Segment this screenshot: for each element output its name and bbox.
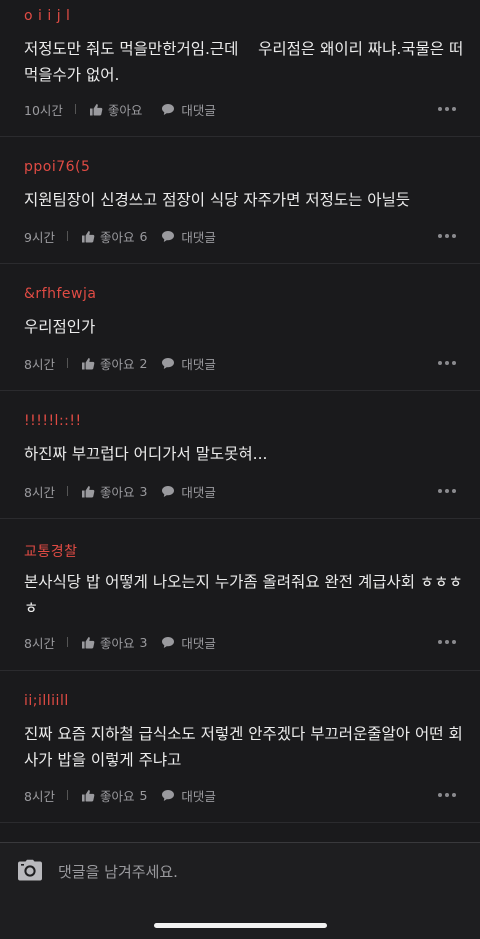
comment-author[interactable]: !!!!!l::!! <box>24 413 82 429</box>
like-label: 좋아요 <box>99 788 135 804</box>
comment-time: 8시간 <box>24 635 55 651</box>
meta-divider <box>74 104 76 114</box>
camera-button[interactable] <box>17 859 43 885</box>
meta-divider <box>66 637 68 647</box>
comment-list: o i i j l 저정도만 줘도 먹을만한거임.근데 우리점은 왜이리 짜냐.… <box>0 0 480 823</box>
comment-item: ppoi76(5 지원팀장이 신경쓰고 점장이 식당 자주가면 저정도는 아닐듯… <box>0 137 480 264</box>
comment-text: 저정도만 줘도 먹을만한거임.근데 우리점은 왜이리 짜냐.국물은 떠먹을수가 … <box>24 40 464 84</box>
more-dots-icon <box>435 793 456 797</box>
reply-button[interactable]: 대댓글 <box>161 786 216 805</box>
like-button[interactable]: 좋아요 3 <box>81 482 147 501</box>
reply-button[interactable]: 대댓글 <box>161 482 216 501</box>
comment-author[interactable]: ii;illiill <box>24 693 69 709</box>
comment-time: 9시간 <box>24 229 55 245</box>
reply-label: 대댓글 <box>181 635 216 651</box>
comment-input[interactable] <box>56 858 440 886</box>
like-count: 6 <box>139 228 148 244</box>
speech-bubble-icon <box>162 357 175 369</box>
comment-author[interactable]: o i i j l <box>24 8 70 24</box>
more-options-button[interactable] <box>435 99 456 119</box>
thumbs-up-icon <box>89 103 103 115</box>
like-label: 좋아요 <box>99 484 135 500</box>
comment-text: 진짜 요즘 지하철 급식소도 저렇겐 안주겠다 부끄러운줄알아 어떤 회사가 밥… <box>24 725 463 769</box>
reply-button[interactable]: 대댓글 <box>161 633 216 652</box>
more-options-button[interactable] <box>435 353 456 373</box>
speech-bubble-icon <box>162 636 175 648</box>
thumbs-up-icon <box>81 230 95 242</box>
like-count: 5 <box>139 787 148 803</box>
like-button[interactable]: 좋아요 6 <box>81 227 147 246</box>
reply-composer <box>0 842 480 939</box>
comment-text: 지원팀장이 신경쓰고 점장이 식당 자주가면 저정도는 아닐듯 <box>24 191 411 209</box>
reply-button[interactable]: 대댓글 <box>161 100 216 119</box>
comment-text: 본사식당 밥 어떻게 나오는지 누가좀 올려줘요 완전 계급사회 ㅎㅎㅎㅎ <box>24 573 463 617</box>
speech-bubble-icon <box>162 789 175 801</box>
speech-bubble-icon <box>162 485 175 497</box>
comment-time: 10시간 <box>24 102 63 118</box>
comment-author[interactable]: &rfhfewja <box>24 286 96 302</box>
comment-meta: 9시간 좋아요 6 대댓글 <box>24 226 456 246</box>
comment-item: 교통경찰 본사식당 밥 어떻게 나오는지 누가좀 올려줘요 완전 계급사회 ㅎㅎ… <box>0 519 480 671</box>
thumbs-up-icon <box>81 789 95 801</box>
comment-item: &rfhfewja 우리점인가 8시간 좋아요 2 대댓글 <box>0 264 480 391</box>
reply-button[interactable]: 대댓글 <box>161 227 216 246</box>
reply-label: 대댓글 <box>181 484 216 500</box>
like-count: 3 <box>139 634 148 650</box>
reply-label: 대댓글 <box>181 356 216 372</box>
reply-label: 대댓글 <box>181 102 216 118</box>
comment-meta: 8시간 좋아요 5 대댓글 <box>24 785 456 805</box>
more-dots-icon <box>435 489 456 493</box>
like-button[interactable]: 좋아요 3 <box>81 633 147 652</box>
comment-item: ii;illiill 진짜 요즘 지하철 급식소도 저렇겐 안주겠다 부끄러운줄… <box>0 671 480 823</box>
more-options-button[interactable] <box>435 481 456 501</box>
like-label: 좋아요 <box>99 229 135 245</box>
more-options-button[interactable] <box>435 226 456 246</box>
comment-item: !!!!!l::!! 하진짜 부끄럽다 어디가서 말도못혀... 8시간 좋아요… <box>0 391 480 519</box>
like-label: 좋아요 <box>107 102 143 118</box>
thumbs-up-icon <box>81 485 95 497</box>
comment-text: 우리점인가 <box>24 318 96 336</box>
more-dots-icon <box>435 640 456 644</box>
meta-divider <box>66 358 68 368</box>
meta-divider <box>66 231 68 241</box>
speech-bubble-icon <box>162 103 175 115</box>
comment-author[interactable]: 교통경찰 <box>24 541 78 561</box>
speech-bubble-icon <box>162 230 175 242</box>
thumbs-up-icon <box>81 357 95 369</box>
meta-divider <box>66 790 68 800</box>
more-options-button[interactable] <box>435 632 456 652</box>
like-count: 3 <box>139 483 148 499</box>
comment-meta: 10시간 좋아요 대댓글 <box>24 99 456 119</box>
meta-divider <box>66 486 68 496</box>
comment-item: o i i j l 저정도만 줘도 먹을만한거임.근데 우리점은 왜이리 짜냐.… <box>0 0 480 137</box>
more-dots-icon <box>435 234 456 238</box>
like-label: 좋아요 <box>99 356 135 372</box>
like-button[interactable]: 좋아요 5 <box>81 786 147 805</box>
comment-meta: 8시간 좋아요 2 대댓글 <box>24 353 456 373</box>
home-indicator <box>154 923 327 928</box>
like-button[interactable]: 좋아요 2 <box>81 354 147 373</box>
comment-time: 8시간 <box>24 356 55 372</box>
comment-text: 하진짜 부끄럽다 어디가서 말도못혀... <box>24 445 268 463</box>
thumbs-up-icon <box>81 636 95 648</box>
more-options-button[interactable] <box>435 785 456 805</box>
like-button[interactable]: 좋아요 <box>89 100 148 119</box>
comment-author[interactable]: ppoi76(5 <box>24 159 90 175</box>
reply-label: 대댓글 <box>181 229 216 245</box>
comment-meta: 8시간 좋아요 3 대댓글 <box>24 632 456 652</box>
comment-time: 8시간 <box>24 788 55 804</box>
camera-icon <box>18 859 42 881</box>
reply-label: 대댓글 <box>181 788 216 804</box>
comment-meta: 8시간 좋아요 3 대댓글 <box>24 481 456 501</box>
reply-button[interactable]: 대댓글 <box>161 354 216 373</box>
like-count: 2 <box>139 355 148 371</box>
more-dots-icon <box>435 361 456 365</box>
more-dots-icon <box>435 107 456 111</box>
like-label: 좋아요 <box>99 635 135 651</box>
comment-time: 8시간 <box>24 484 55 500</box>
